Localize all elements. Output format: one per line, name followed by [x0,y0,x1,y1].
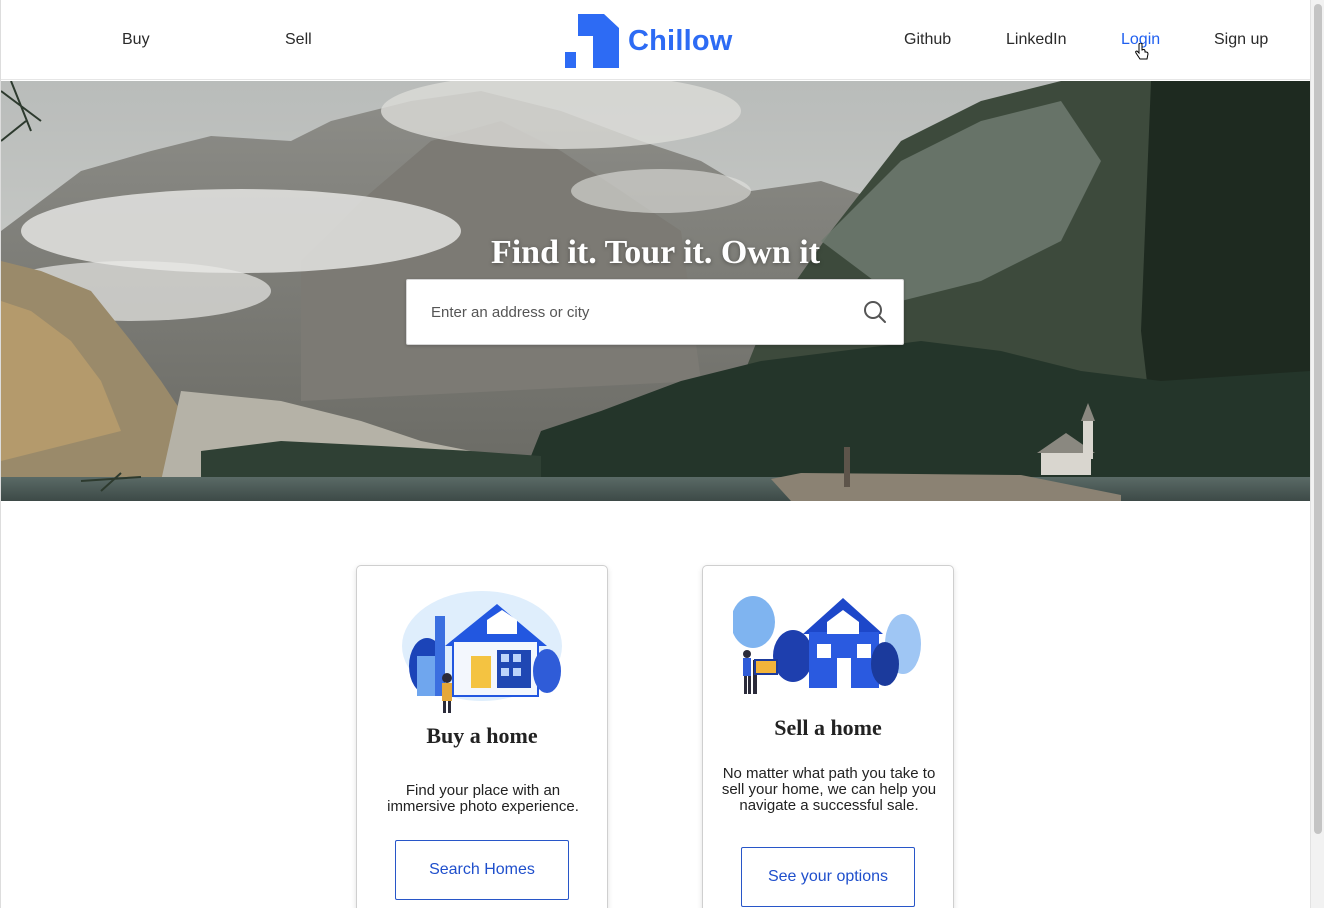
sell-card-title: Sell a home [774,715,882,740]
buy-card-description: Find your place with an immersive photo … [387,782,579,815]
nav-github-link[interactable]: Github [904,31,951,49]
buy-home-card: Buy a home Find your place with an immer… [356,565,608,908]
sell-home-card: Sell a home No matter what path you take… [702,565,954,908]
magnifier-icon [864,301,886,323]
nav-signup-link[interactable]: Sign up [1214,31,1268,49]
nav-buy-link[interactable]: Buy [122,31,150,49]
nav-sell-link[interactable]: Sell [285,31,312,49]
search-box [406,279,904,345]
buy-home-illustration-icon [402,591,562,713]
see-your-options-button[interactable]: See your options [741,847,915,907]
search-homes-button[interactable]: Search Homes [395,840,569,900]
chillow-logo[interactable]: Chillow [564,14,733,68]
hero-banner: Find it. Tour it. Own it [1,81,1310,501]
nav-linkedin-link[interactable]: LinkedIn [1006,31,1067,49]
scrollbar-thumb[interactable] [1314,4,1322,834]
search-button[interactable] [855,280,895,344]
sell-card-description: No matter what path you take to sell you… [721,765,937,814]
sell-home-illustration-icon [733,596,921,694]
chillow-logo-icon [565,14,619,68]
buy-card-title: Buy a home [426,723,538,748]
browser-viewport: Buy Sell Chillow Github LinkedIn Login S… [0,0,1310,908]
top-navbar: Buy Sell Chillow Github LinkedIn Login S… [1,0,1310,80]
brand-name: Chillow [628,24,733,57]
search-input[interactable] [431,298,831,326]
hero-title: Find it. Tour it. Own it [490,234,821,271]
vertical-scrollbar[interactable] [1310,0,1324,908]
hand-cursor-icon [1135,43,1149,60]
